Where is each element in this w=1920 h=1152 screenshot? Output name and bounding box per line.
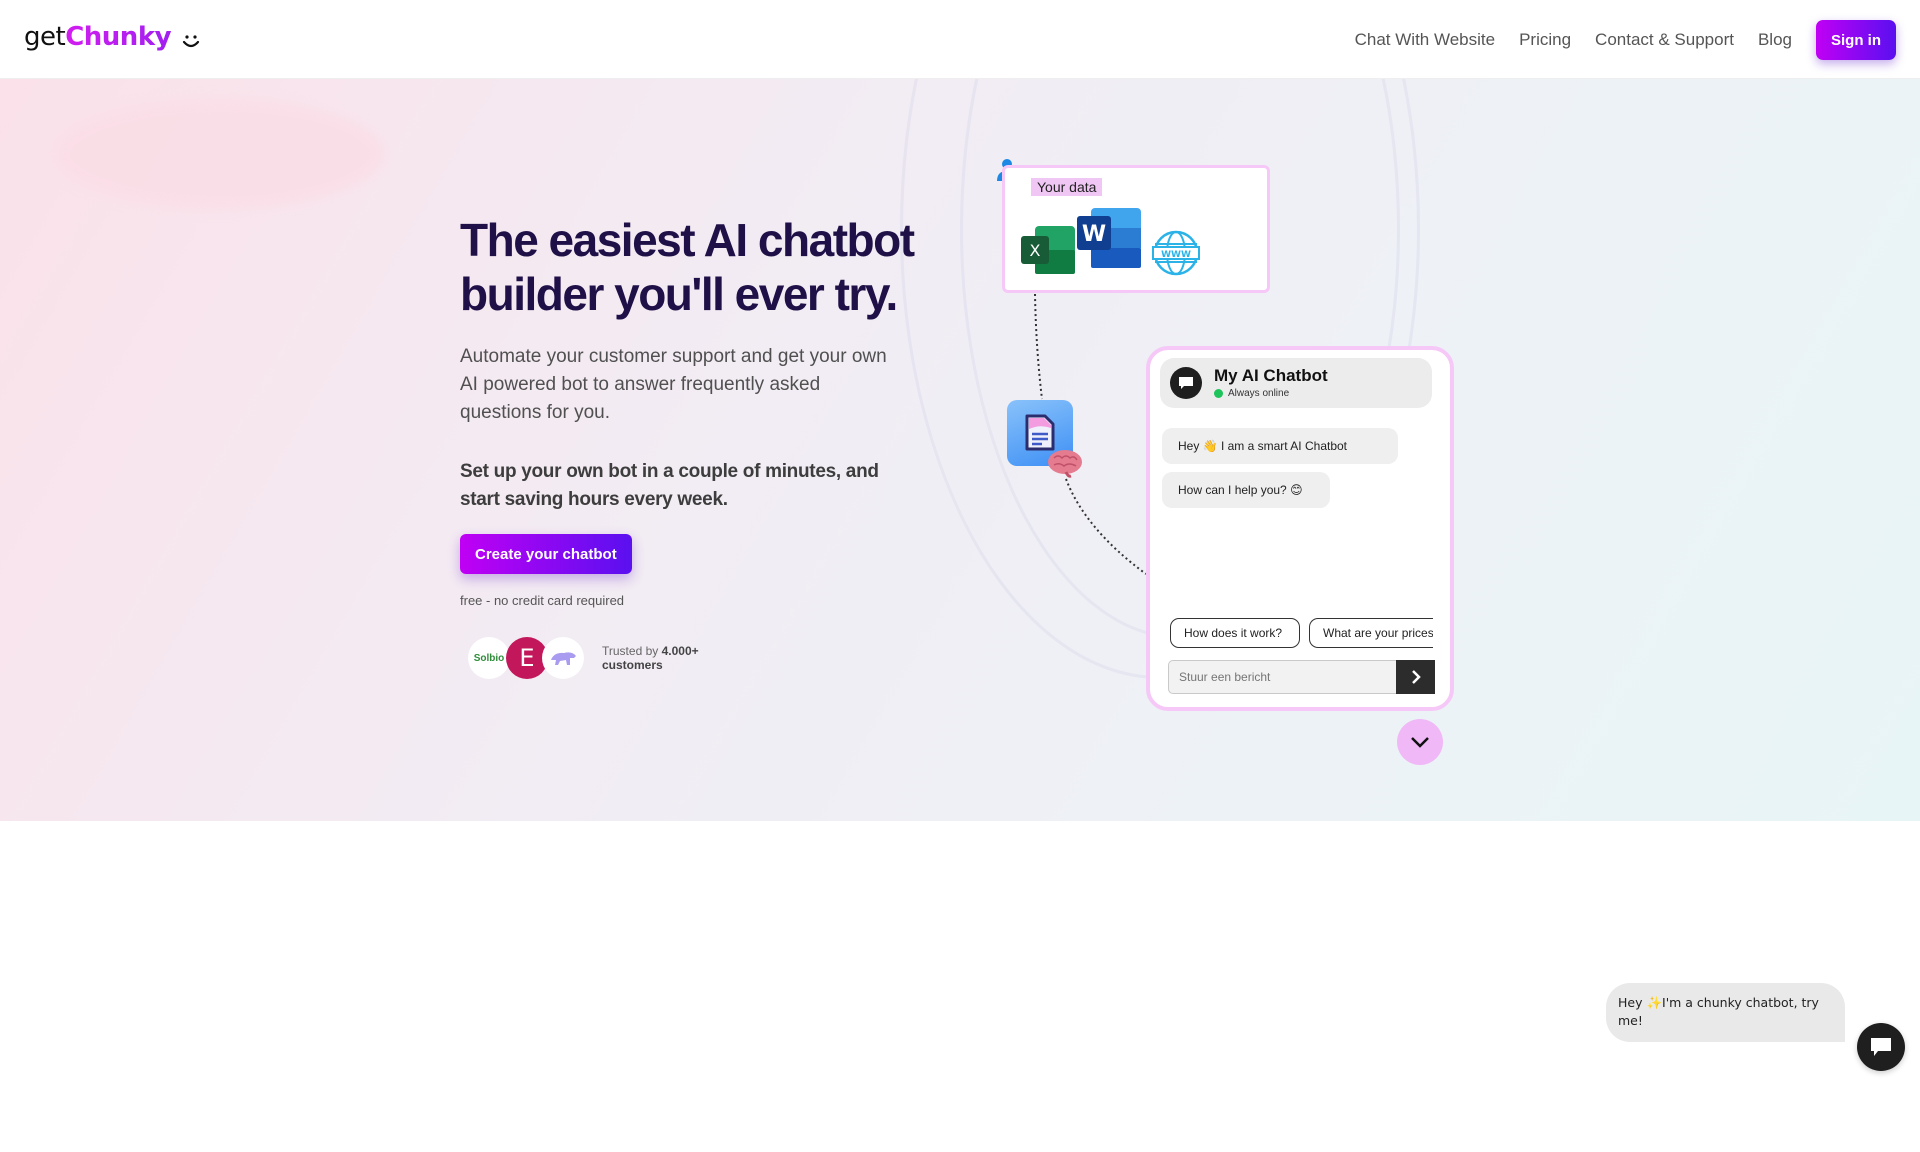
online-status-dot	[1214, 389, 1223, 398]
logo-prefix: get	[24, 22, 66, 52]
chat-bubble-icon	[1179, 377, 1193, 389]
nav-contact-support[interactable]: Contact & Support	[1595, 30, 1734, 50]
trusted-count: 4.000+	[661, 644, 699, 658]
chevron-right-icon	[1411, 670, 1421, 684]
logo-name: Chunky	[65, 22, 172, 52]
chatbot-preview: My AI Chatbot Always online Hey 👋 I am a…	[1146, 346, 1454, 711]
document-glyph	[1025, 414, 1055, 451]
trusted-text: Trusted by 4.000+ customers	[602, 644, 699, 672]
hero-lead: Automate your customer support and get y…	[460, 346, 887, 423]
status-text: Always online	[1228, 388, 1290, 399]
hero-title: The easiest AI chatbot builder you'll ev…	[460, 214, 915, 320]
chatbot-status: Always online	[1214, 388, 1289, 399]
chat-header: My AI Chatbot Always online	[1160, 358, 1432, 408]
scroll-down-button[interactable]	[1397, 719, 1443, 765]
chevron-down-icon	[1411, 737, 1429, 748]
nav-pricing[interactable]: Pricing	[1519, 30, 1571, 50]
customer-logos: Solbio E	[468, 635, 588, 681]
chat-message-input[interactable]	[1168, 660, 1396, 694]
sign-in-button[interactable]: Sign in	[1816, 20, 1896, 60]
svg-text:X: X	[1030, 241, 1041, 260]
main-nav: Chat With Website Pricing Contact & Supp…	[1331, 20, 1896, 60]
your-data-card: Your data X W WWW	[1002, 165, 1270, 293]
customer-logo-solbio: Solbio	[468, 637, 510, 679]
create-chatbot-button[interactable]: Create your chatbot	[460, 534, 632, 574]
chatbot-title: My AI Chatbot	[1214, 366, 1328, 385]
logo[interactable]: get Chunky	[24, 22, 201, 52]
bear-icon	[551, 652, 576, 665]
word-icon: W	[1077, 208, 1141, 268]
smile-icon	[182, 35, 200, 48]
your-data-label: Your data	[1031, 178, 1103, 196]
site-header: get Chunky Chat With Website Pricing Cont…	[0, 0, 1920, 79]
globe-www-icon: WWW	[1152, 230, 1200, 276]
send-button[interactable]	[1396, 660, 1435, 694]
hero-lead-bold: Set up your own bot in a couple of minut…	[460, 461, 879, 510]
cta-note: free - no credit card required	[460, 593, 625, 608]
customer-logo-bear-icon	[542, 637, 584, 679]
svg-text:W: W	[1082, 222, 1106, 247]
chat-widget-greeting[interactable]: Hey ✨I'm a chunky chatbot, try me!	[1606, 983, 1845, 1042]
brain-icon	[1048, 450, 1082, 478]
svg-text:WWW: WWW	[1161, 250, 1191, 260]
suggestion-chip[interactable]: What are your prices?	[1309, 618, 1433, 648]
trusted-suffix: customers	[602, 658, 663, 672]
chat-bubble-icon	[1871, 1038, 1891, 1056]
nav-blog[interactable]: Blog	[1758, 30, 1792, 50]
hero-section: The easiest AI chatbot builder you'll ev…	[0, 79, 1920, 821]
excel-icon: X	[1021, 226, 1075, 274]
nav-chat-with-website[interactable]: Chat With Website	[1355, 30, 1495, 50]
bot-message: Hey 👋 I am a smart AI Chatbot	[1162, 428, 1398, 464]
trusted-prefix: Trusted by	[602, 644, 659, 658]
decorative-blob	[55, 99, 385, 209]
customer-logo-label: E	[519, 644, 535, 672]
customer-logo-label: Solbio	[473, 652, 505, 664]
trusted-by: Solbio E Trusted by 4.000+ customers	[468, 635, 699, 681]
chat-widget-button[interactable]	[1857, 1023, 1905, 1071]
chatbot-avatar	[1170, 367, 1202, 399]
bot-message: How can I help you? 😊	[1162, 472, 1330, 508]
suggestion-chip[interactable]: How does it work?	[1170, 618, 1300, 648]
